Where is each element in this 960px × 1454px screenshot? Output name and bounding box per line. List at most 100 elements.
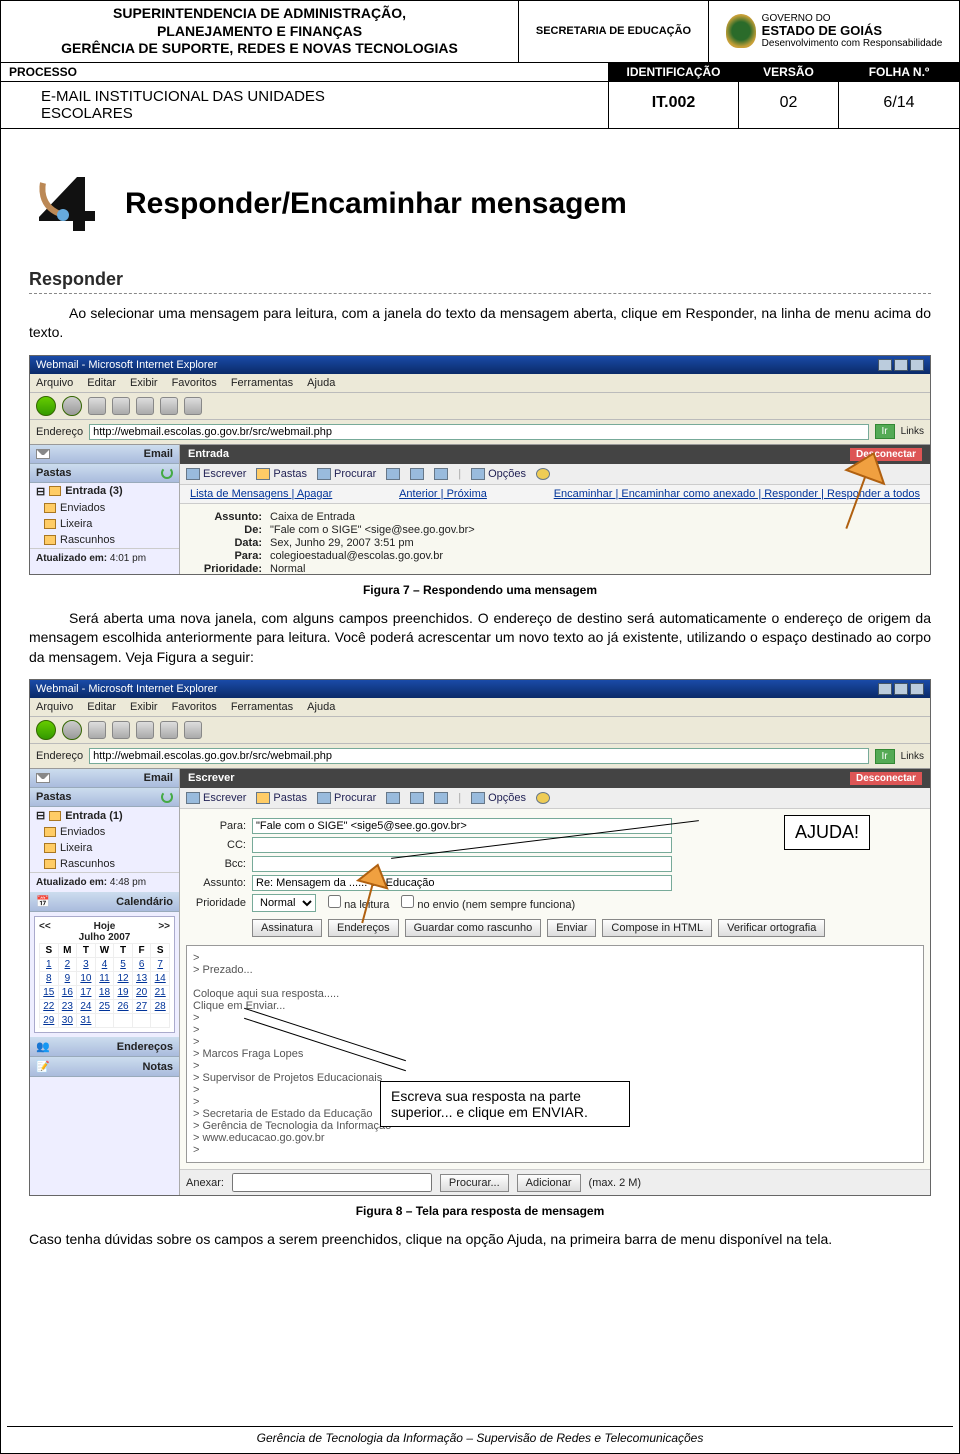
sidebar-item-entrada[interactable]: ⊟Entrada (3) xyxy=(30,483,179,500)
address-input-2[interactable] xyxy=(89,748,868,764)
btn-procurar[interactable]: Procurar... xyxy=(440,1174,509,1192)
tool-opcoes-2[interactable]: Opções xyxy=(471,792,526,804)
final-paragraph: Caso tenha dúvidas sobre os campos a ser… xyxy=(29,1230,931,1250)
go-button[interactable]: Ir xyxy=(875,424,895,439)
tool-escrever[interactable]: Escrever xyxy=(186,468,246,480)
favorites-icon[interactable] xyxy=(184,397,202,415)
menu-exibir-2[interactable]: Exibir xyxy=(130,701,158,713)
tool-pastas[interactable]: Pastas xyxy=(256,468,307,480)
compose-body-textarea[interactable]: > > Prezado... Coloque aqui sua resposta… xyxy=(186,945,924,1163)
misc-icon[interactable] xyxy=(386,468,400,480)
disconnect-link-2[interactable]: Desconectar xyxy=(850,772,922,785)
sidebar-pastas-header[interactable]: Pastas xyxy=(30,464,179,483)
ie-menubar-2[interactable]: Arquivo Editar Exibir Favoritos Ferramen… xyxy=(30,698,930,717)
tool-escrever-2[interactable]: Escrever xyxy=(186,792,246,804)
favorites-icon-2[interactable] xyxy=(184,721,202,739)
label-para: Para: xyxy=(190,550,270,562)
btn-assinatura[interactable]: Assinatura xyxy=(252,919,322,937)
disconnect-link[interactable]: Desconectar xyxy=(850,448,922,461)
stop-icon[interactable] xyxy=(88,397,106,415)
tool-procurar-2[interactable]: Procurar xyxy=(317,792,376,804)
misc-icon[interactable] xyxy=(410,792,424,804)
nav-left[interactable]: Lista de Mensagens | Apagar xyxy=(188,488,334,500)
forward-icon[interactable] xyxy=(62,396,82,416)
sidebar-enderecos-header[interactable]: 👥Endereços xyxy=(30,1037,179,1057)
misc-icon[interactable] xyxy=(410,468,424,480)
btn-enviar[interactable]: Enviar xyxy=(547,919,596,937)
compose-cc-input[interactable] xyxy=(252,837,672,853)
versao-header: VERSÃO xyxy=(739,63,839,81)
menu-exibir[interactable]: Exibir xyxy=(130,377,158,389)
refresh-icon-2[interactable] xyxy=(112,721,130,739)
links-label-2[interactable]: Links xyxy=(901,751,924,762)
compose-prioridade-select[interactable]: Normal xyxy=(252,894,316,912)
sidebar-calendario-header[interactable]: 📅Calendário xyxy=(30,892,179,912)
refresh-folders-icon[interactable] xyxy=(161,791,173,803)
calendar-widget[interactable]: <<HojeJulho 2007>> SMTWTFS 1234567 89101… xyxy=(34,916,175,1033)
sidebar-notas-header[interactable]: 📝Notas xyxy=(30,1057,179,1077)
sidebar-item-entrada-2[interactable]: ⊟Entrada (1) xyxy=(30,807,179,824)
tool-procurar[interactable]: Procurar xyxy=(317,468,376,480)
address-input[interactable] xyxy=(89,424,868,440)
btn-ortografia[interactable]: Verificar ortografia xyxy=(718,919,825,937)
search-icon[interactable] xyxy=(160,397,178,415)
links-label[interactable]: Links xyxy=(901,426,924,437)
menu-ferramentas[interactable]: Ferramentas xyxy=(231,377,293,389)
nav-mid[interactable]: Anterior | Próxima xyxy=(397,488,489,500)
window-controls-2[interactable] xyxy=(878,683,924,695)
callout-ajuda: AJUDA! xyxy=(784,815,870,850)
menu-editar-2[interactable]: Editar xyxy=(87,701,116,713)
help-icon[interactable] xyxy=(536,468,550,480)
compose-bcc-input[interactable] xyxy=(252,856,672,872)
forward-icon-2[interactable] xyxy=(62,720,82,740)
refresh-folders-icon[interactable] xyxy=(161,467,173,479)
sidebar-item-rascunhos-2[interactable]: Rascunhos xyxy=(30,856,179,872)
menu-arquivo-2[interactable]: Arquivo xyxy=(36,701,73,713)
misc-icon[interactable] xyxy=(434,468,448,480)
window-titlebar-2: Webmail - Microsoft Internet Explorer xyxy=(30,680,930,698)
misc-icon[interactable] xyxy=(434,792,448,804)
menu-ajuda[interactable]: Ajuda xyxy=(307,377,335,389)
sidebar-item-lixeira[interactable]: Lixeira xyxy=(30,516,179,532)
ie-menubar[interactable]: Arquivo Editar Exibir Favoritos Ferramen… xyxy=(30,374,930,393)
btn-compose-html[interactable]: Compose in HTML xyxy=(602,919,712,937)
sidebar-email-header-2[interactable]: Email xyxy=(30,769,179,788)
stop-icon-2[interactable] xyxy=(88,721,106,739)
btn-rascunho[interactable]: Guardar como rascunho xyxy=(405,919,542,937)
chk-envio[interactable]: no envio (nem sempre funciona) xyxy=(401,895,575,911)
calendar-table[interactable]: SMTWTFS 1234567 891011121314 15161718192… xyxy=(39,943,170,1028)
btn-adicionar[interactable]: Adicionar xyxy=(517,1174,581,1192)
home-icon-2[interactable] xyxy=(136,721,154,739)
sidebar-item-rascunhos[interactable]: Rascunhos xyxy=(30,532,179,548)
help-icon-2[interactable] xyxy=(536,792,550,804)
tool-pastas-2[interactable]: Pastas xyxy=(256,792,307,804)
compose-assunto-input[interactable] xyxy=(252,875,672,891)
ie-toolbar[interactable] xyxy=(30,393,930,420)
sidebar-item-lixeira-2[interactable]: Lixeira xyxy=(30,840,179,856)
sidebar-item-enviados-2[interactable]: Enviados xyxy=(30,824,179,840)
refresh-icon[interactable] xyxy=(112,397,130,415)
ie-toolbar-2[interactable] xyxy=(30,717,930,744)
back-icon[interactable] xyxy=(36,396,56,416)
go-button-2[interactable]: Ir xyxy=(875,749,895,764)
compose-cc-label: CC: xyxy=(186,839,246,851)
sidebar-email-header[interactable]: Email xyxy=(30,445,179,464)
sidebar-item-enviados[interactable]: Enviados xyxy=(30,500,179,516)
menu-favoritos-2[interactable]: Favoritos xyxy=(172,701,217,713)
menu-arquivo[interactable]: Arquivo xyxy=(36,377,73,389)
window-controls[interactable] xyxy=(878,359,924,371)
nav-right[interactable]: Encaminhar | Encaminhar como anexado | R… xyxy=(552,488,922,500)
chk-leitura[interactable]: na leitura xyxy=(328,895,389,911)
sidebar-pastas-header-2[interactable]: Pastas xyxy=(30,788,179,807)
misc-icon[interactable] xyxy=(386,792,400,804)
btn-enderecos[interactable]: Endereços xyxy=(328,919,399,937)
menu-ferramentas-2[interactable]: Ferramentas xyxy=(231,701,293,713)
menu-favoritos[interactable]: Favoritos xyxy=(172,377,217,389)
search-icon-2[interactable] xyxy=(160,721,178,739)
back-icon-2[interactable] xyxy=(36,720,56,740)
tool-opcoes[interactable]: Opções xyxy=(471,468,526,480)
anexar-input[interactable] xyxy=(232,1173,432,1192)
menu-editar[interactable]: Editar xyxy=(87,377,116,389)
menu-ajuda-2[interactable]: Ajuda xyxy=(307,701,335,713)
home-icon[interactable] xyxy=(136,397,154,415)
